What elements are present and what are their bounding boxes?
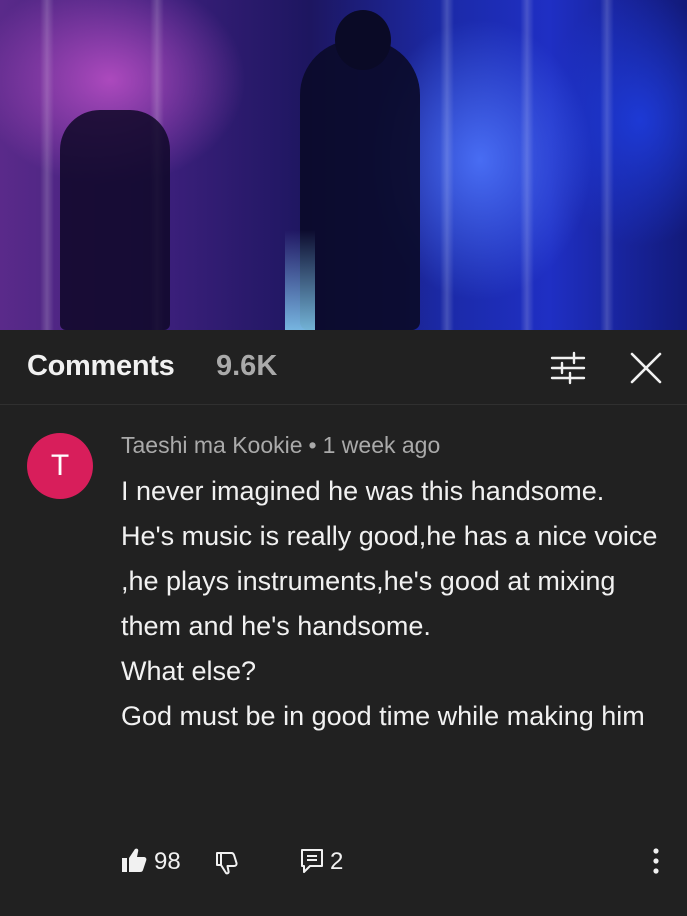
thumbs-up-icon[interactable] [120,846,148,874]
thumbs-down-icon[interactable] [214,850,240,876]
comment-author[interactable]: Taeshi ma Kookie [121,432,303,458]
close-icon[interactable] [626,348,666,388]
like-count: 98 [154,848,181,875]
comment-actions: 98 2 [0,836,687,886]
comment-meta: Taeshi ma Kookie • 1 week ago [121,432,440,459]
comments-panel: Comments 9.6K T Taeshi ma Kookie • 1 week … [0,330,687,916]
avatar[interactable]: T [27,433,93,499]
performer-silhouette [60,110,170,330]
comment-line: What else? [121,656,257,686]
performer-head [335,10,391,70]
comment-time: 1 week ago [322,432,441,458]
comment-line: God must be in good time while making hi… [121,701,645,731]
reply-icon[interactable] [300,848,324,874]
comments-title: Comments [27,350,175,382]
reply-count[interactable]: 2 [330,848,343,876]
stage-light [285,230,315,330]
stage-curtain-fold [520,0,534,330]
comment-line: I never imagined he was this handsome. [121,476,605,506]
comments-header: Comments 9.6K [0,330,687,405]
stage-curtain-fold [40,0,54,330]
comments-count: 9.6K [216,350,278,382]
separator-dot: • [308,432,317,458]
video-player[interactable] [0,0,687,330]
comment-line: He's music is really good,he has a nice … [121,521,658,641]
stage-curtain-fold [600,0,614,330]
comment-body: I never imagined he was this handsome. H… [121,469,669,739]
performer-silhouette [300,40,420,330]
stage-curtain-fold [440,0,454,330]
sort-filter-icon[interactable] [548,350,588,386]
more-vertical-icon[interactable] [648,846,664,876]
